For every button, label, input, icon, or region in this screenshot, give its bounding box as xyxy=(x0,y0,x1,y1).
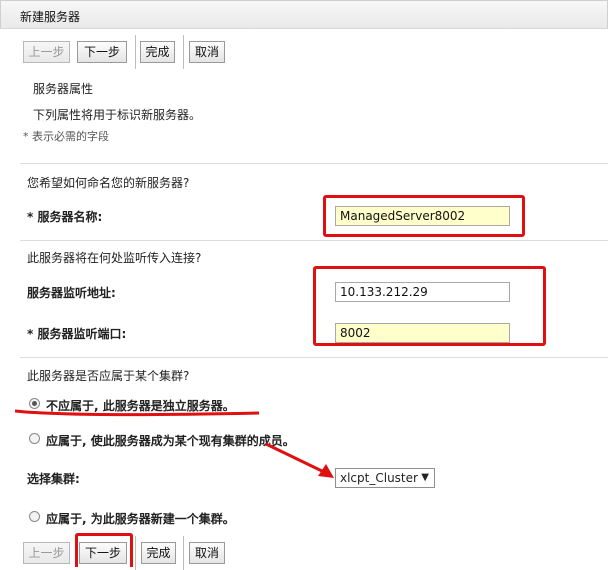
option-existing-label: 应属于, 使此服务器成为某个现有集群的成员。 xyxy=(46,434,295,448)
arrow-annotation xyxy=(265,442,334,478)
listen-question: 此服务器将在何处监听传入连接? xyxy=(27,251,202,265)
required-note: * 表示必需的字段 xyxy=(23,130,109,143)
name-question: 您希望如何命名您的新服务器? xyxy=(27,176,190,190)
highlight-box-next xyxy=(75,533,133,567)
next-button-top[interactable]: 下一步 xyxy=(77,41,127,63)
toolbar-separator xyxy=(135,35,136,69)
cluster-question: 此服务器是否应属于某个集群? xyxy=(27,369,190,383)
toolbar-separator xyxy=(183,35,184,69)
toolbar-separator xyxy=(183,536,184,570)
server-name-label: * 服务器名称: xyxy=(27,210,103,224)
listen-port-label: * 服务器监听端口: xyxy=(27,327,127,341)
cluster-select-value: xlcpt_Cluster xyxy=(340,471,418,485)
divider xyxy=(20,240,608,241)
divider xyxy=(20,357,608,358)
section-description: 下列属性将用于标识新服务器。 xyxy=(33,108,202,122)
section-heading: 服务器属性 xyxy=(33,82,94,96)
cancel-button-bottom[interactable]: 取消 xyxy=(189,542,225,564)
window-title: 新建服务器 xyxy=(20,10,81,24)
dropdown-arrow-icon: ▼ xyxy=(421,472,429,483)
underline-annotation xyxy=(14,409,260,417)
finish-button-bottom[interactable]: 完成 xyxy=(141,542,176,564)
back-button-bottom[interactable]: 上一步 xyxy=(23,542,70,564)
back-button-top[interactable]: 上一步 xyxy=(23,41,70,63)
radio-existing-cluster[interactable] xyxy=(29,433,40,444)
highlight-box-listen xyxy=(313,266,546,346)
radio-new-cluster[interactable] xyxy=(29,511,40,522)
toolbar-separator xyxy=(135,536,136,570)
divider xyxy=(20,163,608,164)
select-cluster-label: 选择集群: xyxy=(27,472,80,486)
option-new-label: 应属于, 为此服务器新建一个集群。 xyxy=(46,512,235,526)
finish-button-top[interactable]: 完成 xyxy=(140,41,175,63)
window-titlebar: 新建服务器 xyxy=(0,0,608,29)
listen-address-label: 服务器监听地址: xyxy=(27,286,116,300)
cancel-button-top[interactable]: 取消 xyxy=(189,41,225,63)
cluster-select[interactable]: xlcpt_Cluster ▼ xyxy=(335,468,435,488)
highlight-box-name xyxy=(323,195,525,237)
